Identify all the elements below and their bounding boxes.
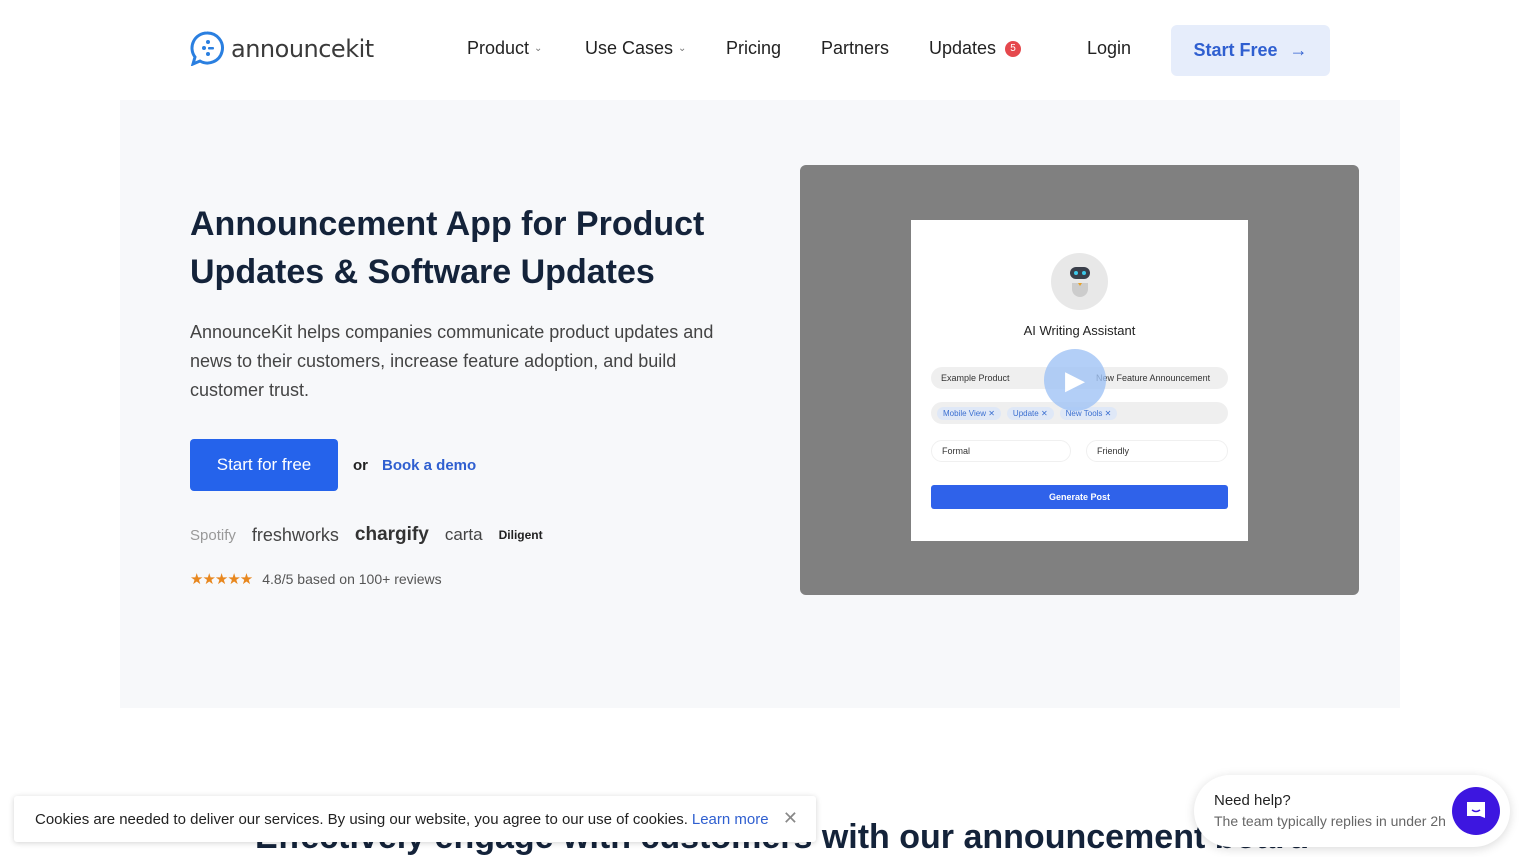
nav-updates[interactable]: Updates 5 <box>929 38 1022 59</box>
cookie-banner: Cookies are needed to deliver our servic… <box>14 796 816 842</box>
arrow-right-icon: → <box>1289 40 1308 60</box>
chevron-down-icon: ⌄ <box>534 43 543 54</box>
nav-use-cases-label: Use Cases <box>585 38 674 58</box>
hero-title: Announcement App for Product Updates & S… <box>190 205 705 291</box>
logo[interactable]: announcekit <box>190 31 374 66</box>
rating: ★★★★★ 4.8/5 based on 100+ reviews <box>190 570 442 588</box>
tag-chip: Update ✕ <box>1006 406 1054 420</box>
rating-text: 4.8/5 based on 100+ reviews <box>262 571 442 587</box>
start-free-label: Start Free <box>1193 40 1278 60</box>
updates-badge: 5 <box>1005 40 1022 57</box>
play-icon[interactable]: ▶ <box>1044 349 1106 411</box>
nav-use-cases[interactable]: Use Cases ⌄ <box>585 38 686 59</box>
nav-pricing[interactable]: Pricing <box>726 38 781 59</box>
logo-diligent: Diligent <box>498 528 543 542</box>
nav-partners-label: Partners <box>821 38 890 58</box>
or-text: or <box>353 457 368 474</box>
nav-partners[interactable]: Partners <box>821 38 889 59</box>
customer-logos: Spotify freshworks chargify carta Dilige… <box>190 524 543 546</box>
video-player[interactable]: AI Writing Assistant Example Product New… <box>800 165 1359 595</box>
logo-freshworks: freshworks <box>251 524 339 545</box>
hero-section: Announcement App for Product Updates & S… <box>120 100 1400 708</box>
start-free-button[interactable]: Start Free → <box>1171 25 1330 76</box>
hero-description: AnnounceKit helps companies communicate … <box>190 322 714 400</box>
chevron-down-icon: ⌄ <box>678 43 687 54</box>
book-demo-link[interactable]: Book a demo <box>382 457 476 474</box>
generate-post-button: Generate Post <box>931 485 1228 509</box>
nav-updates-label: Updates <box>929 38 997 58</box>
help-widget[interactable]: Need help? The team typically replies in… <box>1194 775 1510 847</box>
tone-formal: Formal <box>931 440 1071 462</box>
modal-title: AI Writing Assistant <box>1023 323 1136 338</box>
help-subtitle: The team typically replies in under 2h <box>1214 813 1446 829</box>
star-icons: ★★★★★ <box>190 571 253 588</box>
cookie-text: Cookies are needed to deliver our servic… <box>35 810 688 828</box>
start-for-free-button[interactable]: Start for free <box>190 439 338 491</box>
title-field-value: New Feature Announcement <box>1096 373 1211 383</box>
nav-product-label: Product <box>467 38 530 58</box>
close-icon[interactable]: ✕ <box>783 808 798 829</box>
tag-chip: Mobile View ✕ <box>937 406 1001 420</box>
learn-more-link[interactable]: Learn more <box>692 811 769 828</box>
robot-icon <box>1051 253 1108 310</box>
logo-spotify: Spotify <box>190 526 236 544</box>
top-nav: announcekit Product ⌄ Use Cases ⌄ Pricing … <box>0 0 1520 100</box>
login-label: Login <box>1087 38 1132 58</box>
nav-product[interactable]: Product ⌄ <box>467 38 542 59</box>
chat-icon[interactable] <box>1452 787 1500 835</box>
logo-carta: carta <box>444 525 483 544</box>
login-link[interactable]: Login <box>1087 38 1131 59</box>
nav-pricing-label: Pricing <box>726 38 782 58</box>
tone-friendly: Friendly <box>1086 440 1228 462</box>
logo-icon <box>190 31 224 66</box>
product-field-value: Example Product <box>941 373 1010 383</box>
logo-text: announcekit <box>231 34 374 63</box>
help-title: Need help? <box>1214 792 1291 809</box>
logo-chargify: chargify <box>354 524 429 545</box>
